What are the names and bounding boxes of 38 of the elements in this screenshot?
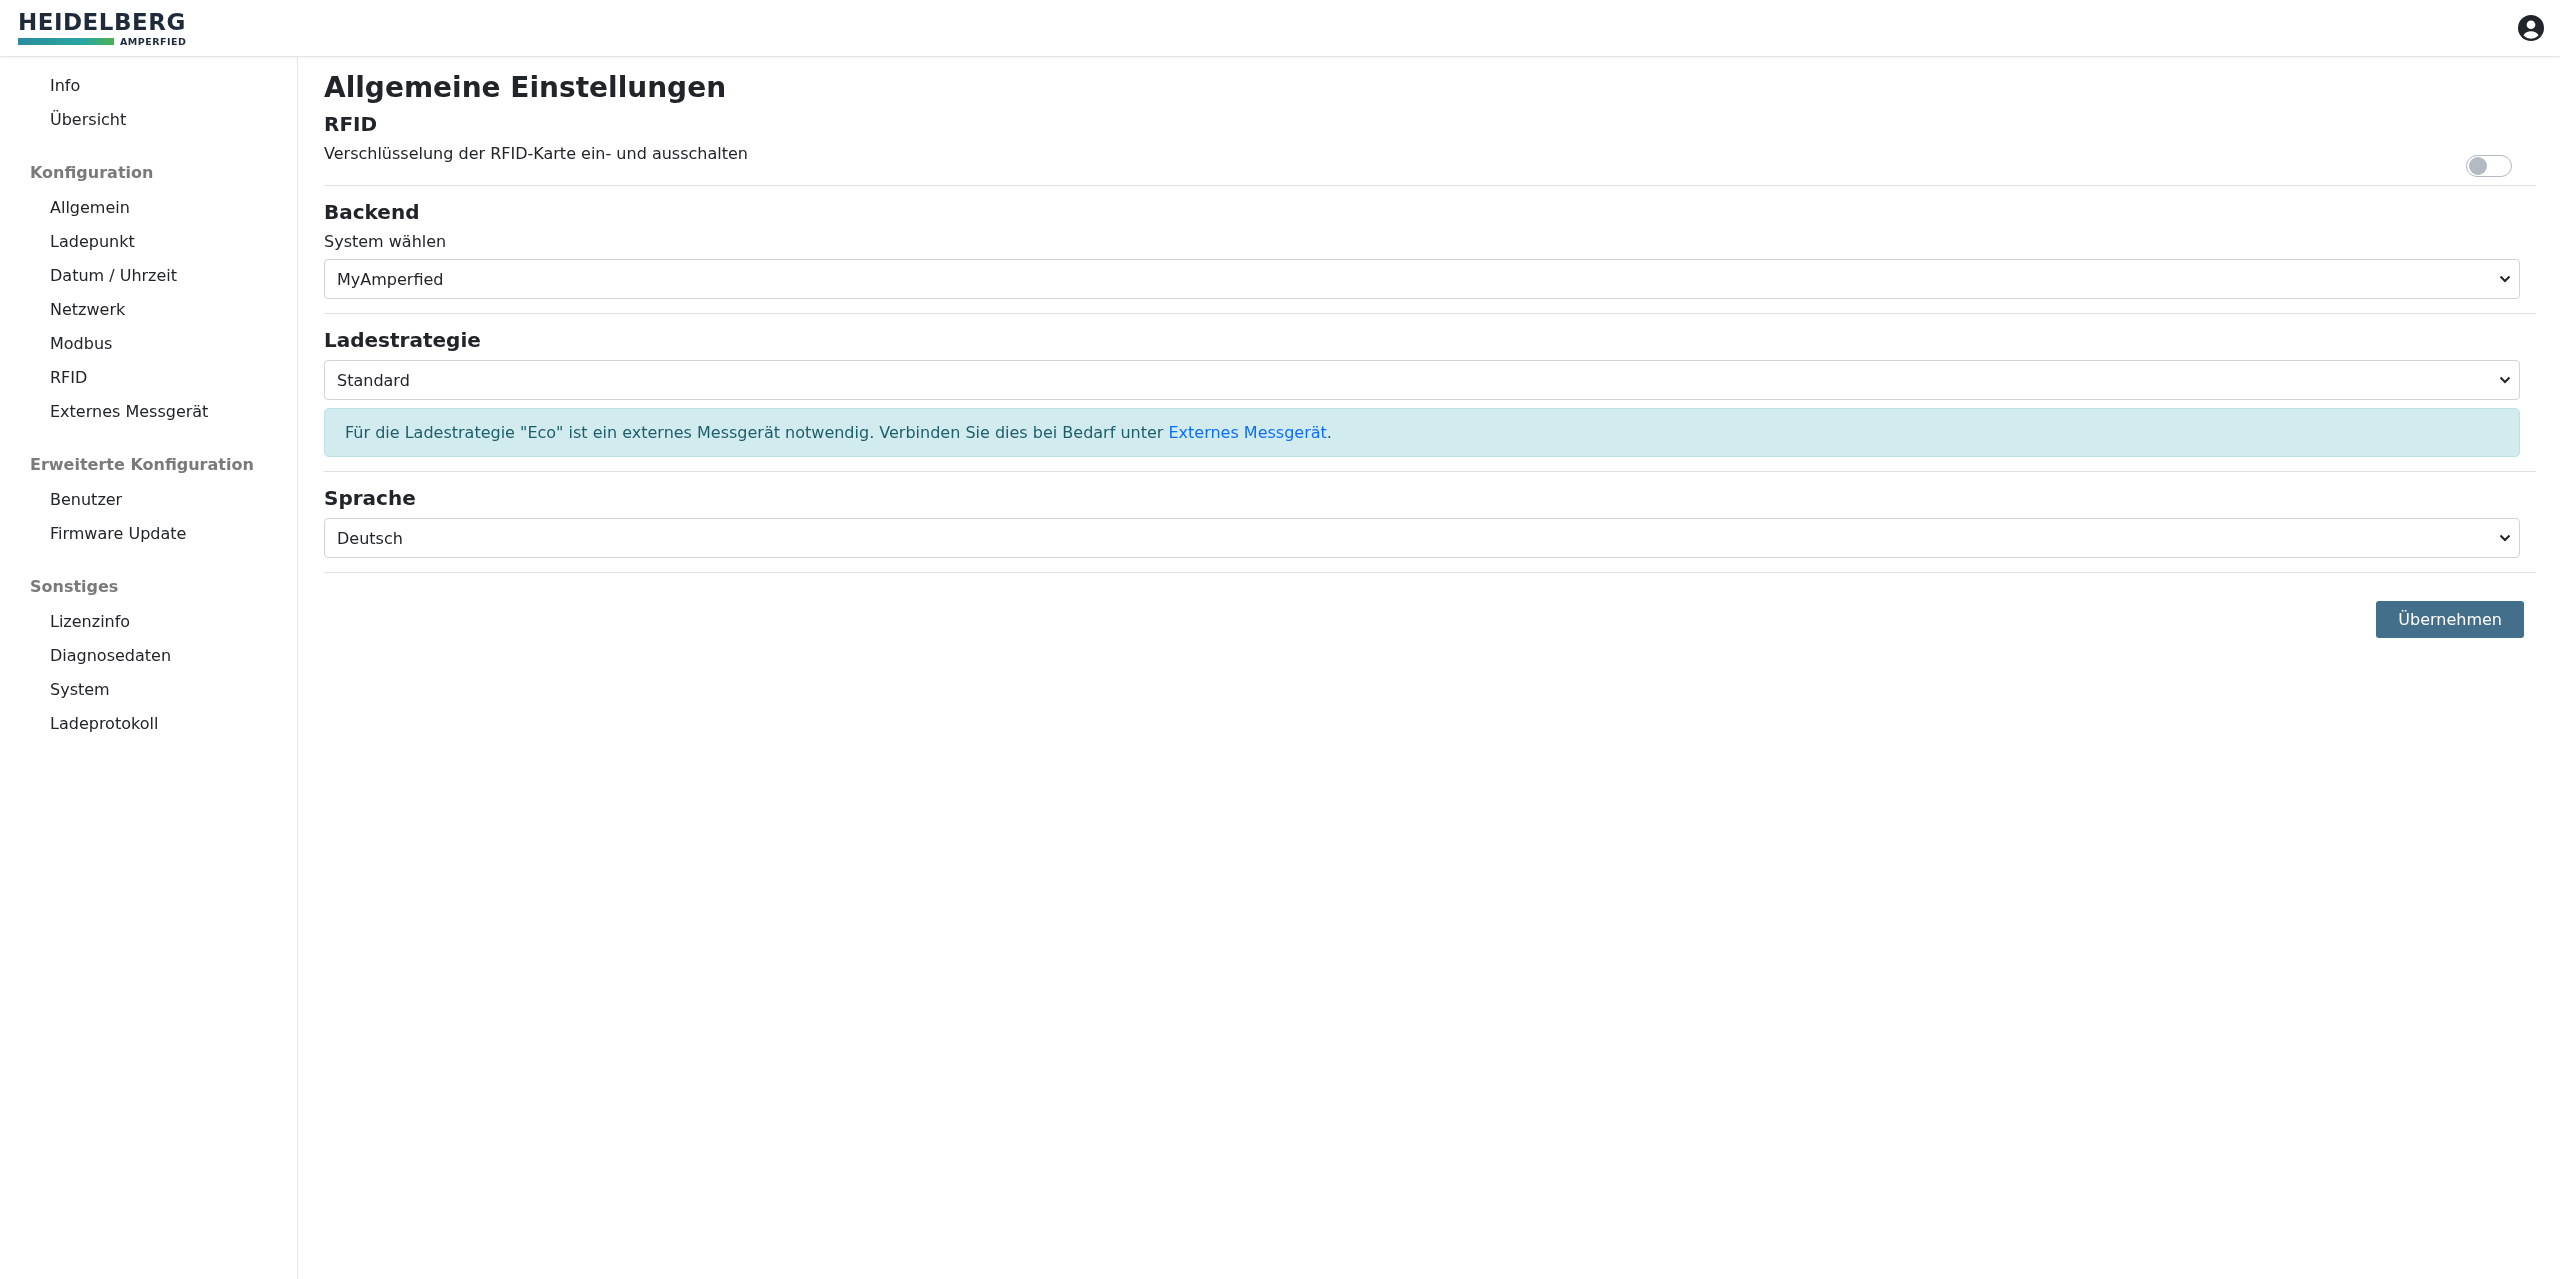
sidebar-group-heading: Sonstiges xyxy=(29,576,120,598)
logo-wordmark: HEIDELBERG xyxy=(18,9,187,34)
sidebar-group-heading: Erweiterte Konfiguration xyxy=(29,454,255,476)
sidebar-item[interactable]: Lizenzinfo xyxy=(0,605,297,639)
sidebar-item[interactable]: Datum / Uhrzeit xyxy=(0,259,297,293)
chevron-down-icon xyxy=(2499,376,2511,384)
field-label: System wählen xyxy=(324,232,448,251)
section-heading: RFID xyxy=(324,112,379,136)
sidebar-item[interactable]: Firmware Update xyxy=(0,517,297,551)
sidebar-item[interactable]: Externes Messgerät xyxy=(0,395,297,429)
sidebar-item[interactable]: Ladepunkt xyxy=(0,225,297,259)
sidebar-item[interactable]: Übersicht xyxy=(0,103,297,137)
link[interactable]: Externes Messgerät xyxy=(1168,423,1327,442)
submit-button[interactable]: Übernehmen xyxy=(2376,601,2524,638)
sidebar-item[interactable]: Netzwerk xyxy=(0,293,297,327)
sidebar-item[interactable]: Allgemein xyxy=(0,191,297,225)
chevron-down-icon xyxy=(2499,275,2511,283)
select-dropdown[interactable]: MyAmperfied xyxy=(324,259,2520,299)
logo-subbrand: AMPERFIED xyxy=(120,35,187,47)
sidebar-item[interactable]: Benutzer xyxy=(0,483,297,517)
sidebar-item[interactable]: Ladeprotokoll xyxy=(0,707,297,741)
toggle-switch[interactable] xyxy=(2466,155,2512,177)
sidebar-item[interactable]: Diagnosedaten xyxy=(0,639,297,673)
sidebar-group-heading: Konfiguration xyxy=(29,162,155,184)
sidebar-item[interactable]: Modbus xyxy=(0,327,297,361)
sidebar-item[interactable]: Info xyxy=(0,69,297,103)
select-dropdown[interactable]: Standard xyxy=(324,360,2520,400)
user-account-icon[interactable] xyxy=(2518,15,2544,41)
chevron-down-icon xyxy=(2499,534,2511,542)
section-heading: Ladestrategie xyxy=(324,328,482,352)
section-heading: Backend xyxy=(324,200,421,224)
sidebar-item[interactable]: RFID xyxy=(0,361,297,395)
section-heading: Sprache xyxy=(324,486,417,510)
page-title: Allgemeine Einstellungen xyxy=(324,71,728,104)
info-alert: Für die Ladestrategie "Eco" ist ein externes Messgerät notwendig. Verbinden Sie dies bei Bedarf unter Externes Messgerät. xyxy=(324,408,2520,457)
select-dropdown[interactable]: Deutsch xyxy=(324,518,2520,558)
sidebar-item[interactable]: System xyxy=(0,673,297,707)
setting-label: Verschlüsselung der RFID-Karte ein- und ausschalten xyxy=(324,144,748,163)
